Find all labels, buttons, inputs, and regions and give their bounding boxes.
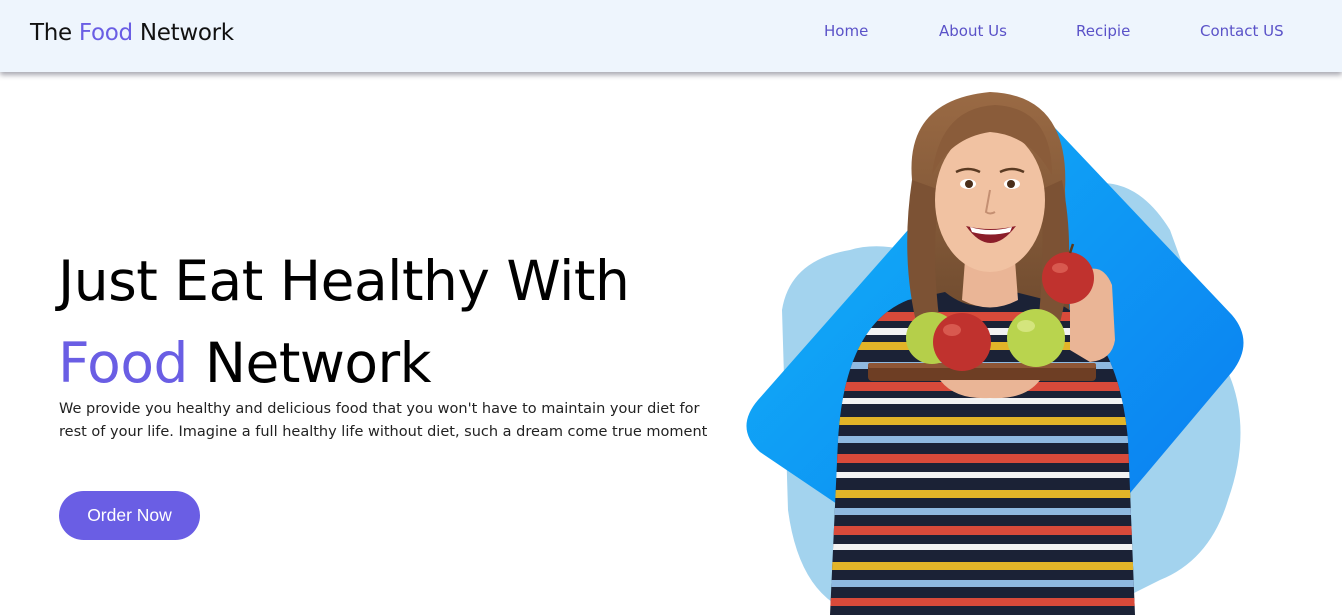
face [935, 128, 1045, 272]
nav-links: Home About Us Recipie Contact US [0, 22, 1342, 42]
hero-image [740, 80, 1260, 615]
order-now-button[interactable]: Order Now [59, 491, 200, 540]
green-apple-right [1007, 309, 1065, 367]
nav-link-home[interactable]: Home [824, 22, 868, 40]
hero-title-line2: Network [187, 331, 432, 395]
hero-title-highlight: Food [58, 331, 188, 395]
red-apple-raised [1042, 252, 1094, 304]
hero-description: We provide you healthy and delicious foo… [59, 401, 708, 440]
nav-link-contact-us[interactable]: Contact US [1200, 22, 1284, 40]
nav-link-about-us[interactable]: About Us [939, 22, 1007, 40]
navbar: The Food Network Home About Us Recipie C… [0, 0, 1342, 72]
red-apple-center [933, 313, 991, 371]
nav-link-recipe[interactable]: Recipie [1076, 22, 1130, 40]
hero-title-line1: Just Eat Healthy With [58, 249, 630, 313]
hero-title: Just Eat Healthy With Food Network [58, 240, 738, 404]
